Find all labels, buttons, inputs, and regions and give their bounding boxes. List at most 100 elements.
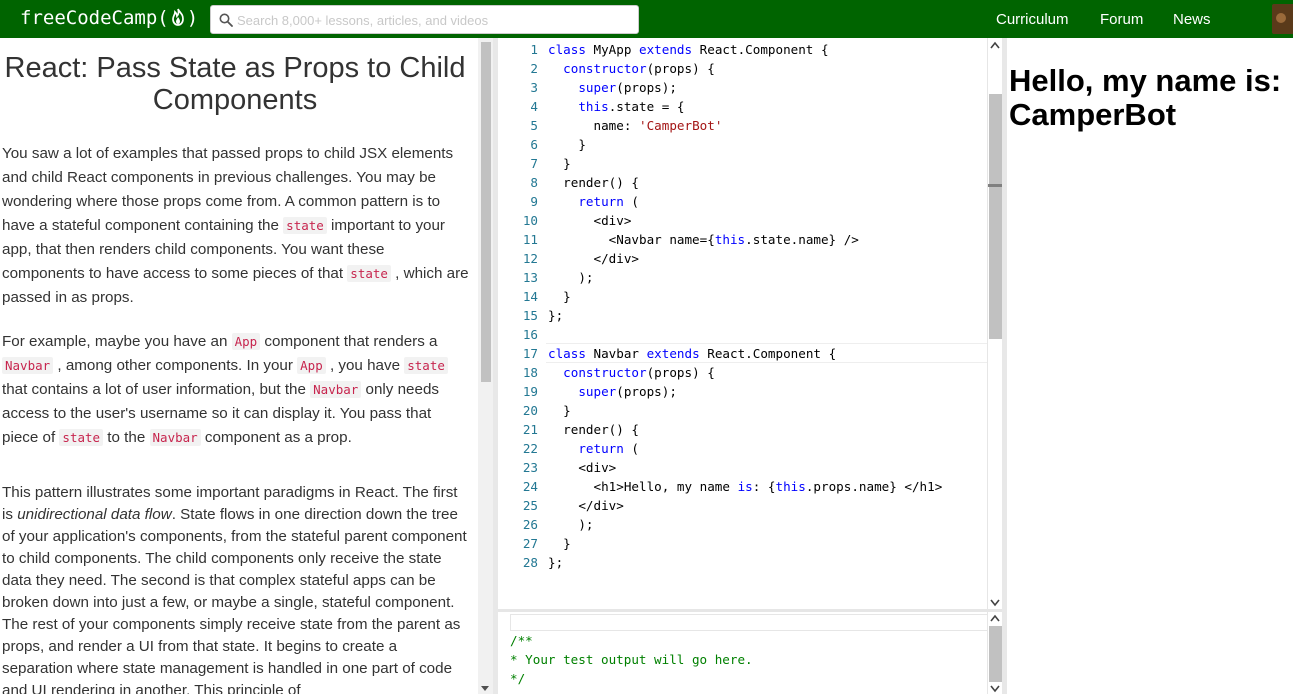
search-icon: [219, 13, 233, 27]
code-token: React.Component {: [692, 42, 829, 57]
nav-link-news[interactable]: News: [1173, 11, 1211, 29]
output-line: * Your test output will go here.: [510, 652, 753, 667]
inline-code: state: [59, 429, 104, 446]
challenge-title: React: Pass State as Props to Child Comp…: [4, 52, 466, 116]
code-line[interactable]: 22 return (: [498, 439, 987, 458]
code-line[interactable]: 8 render() {: [498, 173, 987, 192]
code-line[interactable]: 18 constructor(props) {: [498, 363, 987, 382]
search-input[interactable]: [237, 9, 632, 31]
scrollbar-thumb[interactable]: [481, 42, 491, 382]
flame-icon: [171, 8, 184, 26]
code-token: </div>: [548, 251, 639, 266]
code-text: }: [548, 287, 571, 306]
preview-pane: Hello, my name is: CamperBot: [1007, 38, 1293, 694]
code-line[interactable]: 16: [498, 325, 987, 344]
code-text: name: 'CamperBot': [548, 116, 722, 135]
code-token: super(props);: [578, 384, 677, 399]
code-token: super(props);: [578, 80, 677, 95]
code-line[interactable]: 20 }: [498, 401, 987, 420]
output-scrollbar[interactable]: [987, 612, 1002, 694]
code-editor[interactable]: 1 class MyApp extends React.Component {2 …: [498, 38, 987, 609]
chevron-down-icon[interactable]: [990, 599, 1000, 607]
line-number: 26: [522, 517, 538, 532]
code-line[interactable]: 23 <div>: [498, 458, 987, 477]
code-text: }: [548, 534, 571, 553]
editor-scrollbar[interactable]: [987, 38, 1002, 609]
code-line[interactable]: 27 }: [498, 534, 987, 553]
code-line[interactable]: 1 class MyApp extends React.Component {: [498, 40, 987, 59]
text-run: , among other components. In your: [53, 357, 298, 374]
line-number: 24: [522, 479, 538, 494]
code-token: }: [548, 403, 571, 418]
brand-text: freeCodeCamp(: [20, 7, 169, 29]
freecodecamp-logo[interactable]: freeCodeCamp(): [20, 6, 198, 30]
line-number: 15: [522, 308, 538, 323]
code-token: }: [548, 137, 586, 152]
code-line[interactable]: 21 render() {: [498, 420, 987, 439]
line-number: 28: [522, 555, 538, 570]
code-text: render() {: [548, 420, 639, 439]
code-line[interactable]: 6 }: [498, 135, 987, 154]
search-box[interactable]: [210, 5, 639, 34]
inline-code: Navbar: [310, 381, 362, 398]
line-number: 14: [522, 289, 538, 304]
line-number: 19: [522, 384, 538, 399]
code-line[interactable]: 15};: [498, 306, 987, 325]
code-line[interactable]: 28};: [498, 553, 987, 572]
text-run: that contains a lot of user information,…: [2, 381, 311, 398]
top-navbar: freeCodeCamp() Curriculum Forum News: [0, 0, 1293, 38]
code-token: };: [548, 555, 564, 570]
inline-code: state: [283, 217, 327, 234]
code-text: }: [548, 401, 571, 420]
code-line[interactable]: 11 <Navbar name={this.state.name} />: [498, 230, 987, 249]
emphasis-text: unidirectional data flow: [17, 506, 172, 523]
code-line[interactable]: 7 }: [498, 154, 987, 173]
code-line[interactable]: 3 super(props);: [498, 78, 987, 97]
text-run: For example, maybe you have an: [2, 333, 232, 350]
inline-code: Navbar: [149, 429, 201, 446]
line-number: 10: [522, 213, 538, 228]
code-text: return (: [548, 192, 639, 211]
chevron-up-icon[interactable]: [990, 41, 1000, 49]
editor-scrollbar-thumb[interactable]: [989, 94, 1002, 339]
output-scrollbar-thumb[interactable]: [989, 626, 1002, 682]
instructions-paragraph-2: For example, maybe you have an App compo…: [2, 330, 470, 450]
code-text: </div>: [548, 496, 624, 515]
code-line[interactable]: 17 class Navbar extends React.Component {: [498, 344, 987, 363]
code-line[interactable]: 10 <div>: [498, 211, 987, 230]
code-line[interactable]: 13 );: [498, 268, 987, 287]
code-line[interactable]: 2 constructor(props) {: [498, 59, 987, 78]
nav-link-curriculum[interactable]: Curriculum: [996, 11, 1069, 29]
line-number: 23: [522, 460, 538, 475]
code-line[interactable]: 26 );: [498, 515, 987, 534]
code-text: );: [548, 515, 593, 534]
code-token: return (: [578, 441, 640, 456]
code-line[interactable]: 24 <h1>Hello, my name is: {this.props.na…: [498, 477, 987, 496]
code-token: extends: [646, 346, 700, 361]
code-token: }: [548, 536, 571, 551]
output-line: /**: [510, 633, 533, 648]
line-number: 27: [522, 536, 538, 551]
code-line[interactable]: 25 </div>: [498, 496, 987, 515]
code-line[interactable]: 5 name: 'CamperBot': [498, 116, 987, 135]
line-number: 13: [522, 270, 538, 285]
code-token: this.state = {: [578, 99, 685, 114]
line-number: 3: [530, 80, 538, 95]
user-avatar[interactable]: [1272, 4, 1293, 34]
inline-code: Navbar: [2, 357, 54, 374]
chevron-up-icon[interactable]: [990, 614, 1000, 622]
code-token: <div>: [548, 213, 632, 228]
code-line[interactable]: 19 super(props);: [498, 382, 987, 401]
instructions-scrollbar[interactable]: [478, 38, 493, 694]
scroll-down-arrow-icon[interactable]: [481, 686, 489, 691]
code-line[interactable]: 4 this.state = {: [498, 97, 987, 116]
nav-link-forum[interactable]: Forum: [1100, 11, 1143, 29]
code-token: name:: [548, 118, 639, 133]
code-line[interactable]: 14 }: [498, 287, 987, 306]
code-token: </div>: [548, 498, 624, 513]
chevron-down-icon[interactable]: [990, 685, 1000, 693]
code-line[interactable]: 12 </div>: [498, 249, 987, 268]
line-number: 8: [530, 175, 538, 190]
code-line[interactable]: 9 return (: [498, 192, 987, 211]
code-text: }: [548, 154, 571, 173]
